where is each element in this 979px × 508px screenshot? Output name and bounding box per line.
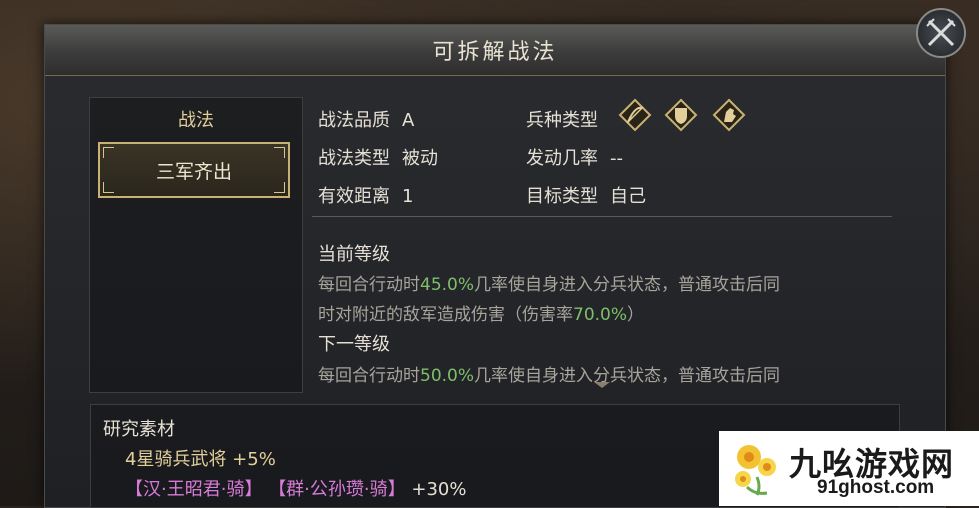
current-level-desc-line2: 时对附近的敌军造成伤害（伤害率70.0%）: [318, 300, 644, 325]
rate-value: 50.0%: [420, 366, 475, 386]
target-value: 自己: [610, 186, 646, 207]
next-level-title: 下一等级: [318, 334, 390, 355]
troop-row: 兵种类型: [526, 106, 610, 132]
current-level-title: 当前等级: [318, 244, 390, 265]
general-name-2: 【群·公孙瓒·骑】: [268, 479, 406, 500]
shield-icon[interactable]: [664, 98, 698, 132]
range-label: 有效距离: [318, 186, 390, 207]
damage-rate-value: 70.0%: [573, 305, 628, 325]
target-row: 目标类型 自己: [526, 182, 646, 208]
skill-item-label: 三军齐出: [155, 160, 232, 183]
divider: [312, 216, 892, 217]
general-name-1: 【汉·王昭君·骑】: [125, 479, 263, 500]
dialog-title: 可拆解战法: [432, 40, 558, 65]
desc-text: 时对附近的敌军造成伤害（伤害率: [318, 305, 573, 325]
troop-label: 兵种类型: [526, 110, 598, 131]
type-row: 战法类型 被动: [318, 144, 438, 170]
cavalry-icon[interactable]: [712, 98, 746, 132]
crossed-swords-close-icon: [926, 18, 956, 47]
chance-label: 发动几率: [526, 148, 598, 169]
target-label: 目标类型: [526, 186, 598, 207]
watermark-url: 91ghost.com: [817, 477, 935, 498]
desc-text: 每回合行动时: [318, 366, 420, 386]
dialog-titlebar: 可拆解战法: [45, 25, 945, 76]
desc-text: ）: [627, 305, 645, 325]
flower-logo-icon: [735, 445, 776, 496]
archer-icon[interactable]: [618, 98, 652, 132]
quality-value: A: [402, 110, 415, 131]
bonus-value: +30%: [411, 479, 467, 500]
watermark-banner: 九吆游戏网 91ghost.com: [719, 431, 979, 506]
close-button[interactable]: [916, 8, 966, 58]
current-level-desc-line1: 每回合行动时45.0%几率使自身进入分兵状态，普通攻击后同: [318, 270, 780, 295]
skill-list-panel: 战法 三军齐出: [89, 97, 303, 393]
range-value: 1: [402, 186, 414, 207]
research-title: 研究素材: [103, 419, 175, 440]
range-row: 有效距离 1: [318, 182, 413, 208]
research-line1: 4星骑兵武将 +5%: [125, 449, 276, 470]
skill-list-header: 战法: [178, 110, 214, 131]
quality-label: 战法品质: [318, 110, 390, 131]
desc-text: 几率使自身进入分兵状态，普通攻击后同: [474, 366, 781, 386]
research-line2: 【汉·王昭君·骑】 【群·公孙瓒·骑】 +30%: [125, 475, 466, 501]
chance-value: --: [610, 148, 623, 169]
chance-row: 发动几率 --: [526, 144, 623, 170]
desc-text: 每回合行动时: [318, 275, 420, 295]
desc-text: 几率使自身进入分兵状态，普通攻击后同: [474, 275, 781, 295]
next-level-desc-line1: 每回合行动时50.0%几率使自身进入分兵状态，普通攻击后同: [318, 361, 780, 386]
skill-item-selected[interactable]: 三军齐出: [98, 142, 290, 198]
scroll-down-arrow-icon[interactable]: [594, 382, 610, 388]
type-value: 被动: [402, 148, 438, 169]
rate-value: 45.0%: [420, 275, 475, 295]
quality-row: 战法品质 A: [318, 106, 414, 132]
type-label: 战法类型: [318, 148, 390, 169]
